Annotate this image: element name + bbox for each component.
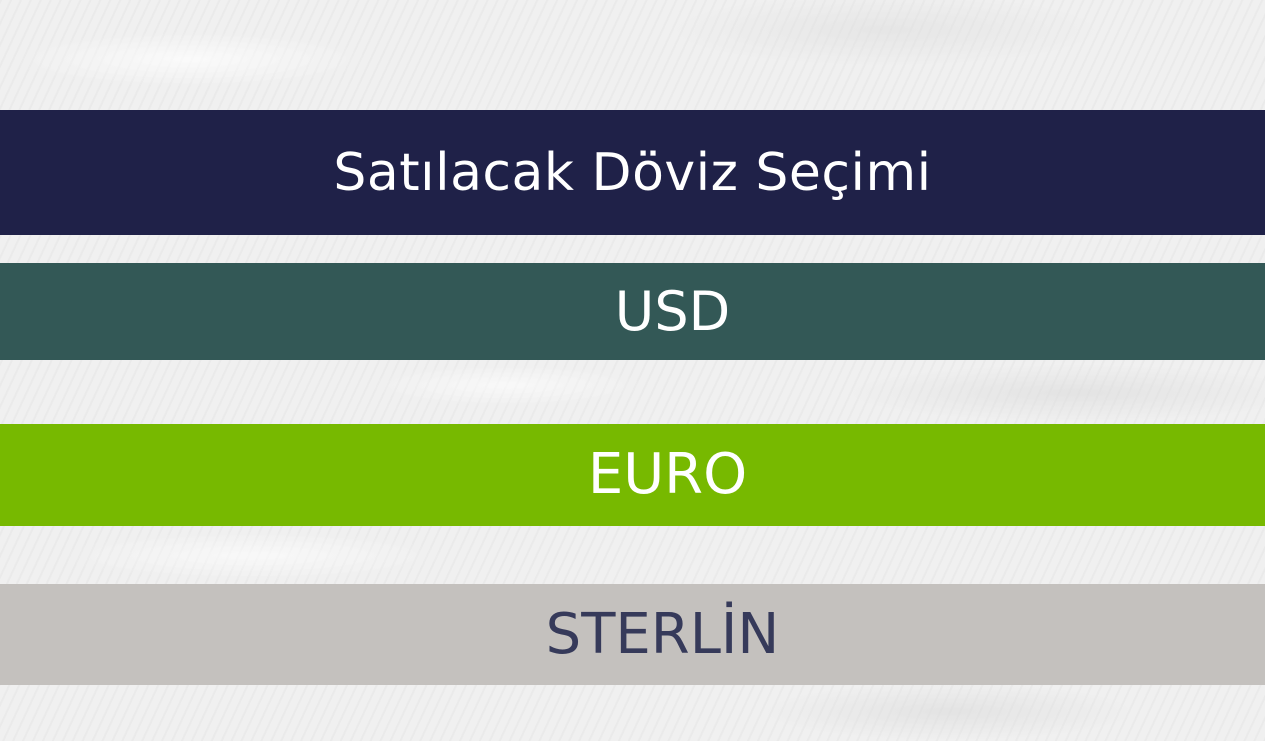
page-title: Satılacak Döviz Seçimi bbox=[333, 142, 932, 203]
usd-option-label: USD bbox=[614, 279, 731, 343]
euro-option-button[interactable]: EURO bbox=[0, 424, 1265, 526]
sterlin-option-label: STERLİN bbox=[545, 601, 780, 667]
sterlin-option-button[interactable]: STERLİN bbox=[0, 584, 1265, 685]
euro-option-label: EURO bbox=[587, 442, 748, 507]
usd-option-button[interactable]: USD bbox=[0, 263, 1265, 360]
page-title-banner: Satılacak Döviz Seçimi bbox=[0, 110, 1265, 235]
